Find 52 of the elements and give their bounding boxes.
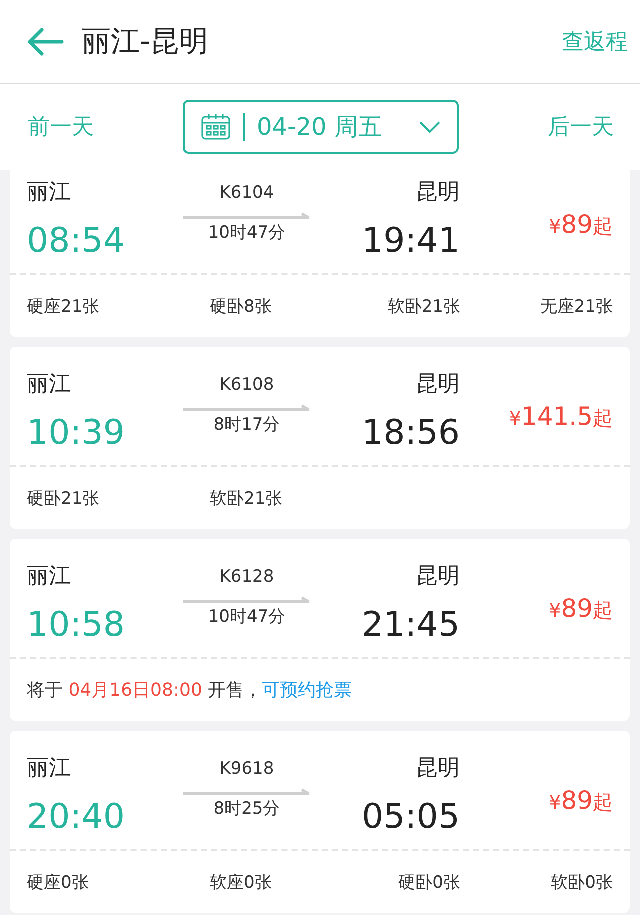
- seat-availability: 软卧0张: [551, 872, 613, 894]
- arrival-station: 昆明: [416, 563, 460, 591]
- departure-time: 08:54: [27, 220, 126, 263]
- seat-availability: 软卧21张: [210, 488, 284, 510]
- train-number: K6108: [220, 374, 274, 397]
- departure-station: 丽江: [27, 755, 72, 783]
- seat-availability: 硬卧21张: [27, 488, 101, 510]
- arrival-station: 昆明: [416, 371, 460, 399]
- arrival-station: 昆明: [416, 179, 460, 207]
- departure-time: 10:58: [27, 604, 126, 647]
- sale-notice: 将于 04月16日08:00 开售，可预约抢票: [27, 679, 352, 702]
- price-label: ¥141.5起: [509, 402, 613, 432]
- price-label: ¥89起: [549, 594, 613, 624]
- departure-time: 20:40: [27, 796, 126, 839]
- departure-time: 10:39: [27, 412, 126, 455]
- seat-availability: 软座0张: [210, 872, 273, 894]
- trip-duration: 8时17分: [214, 414, 280, 437]
- departure-station: 丽江: [27, 179, 72, 207]
- reserve-ticket-link[interactable]: 可预约抢票: [262, 680, 352, 701]
- next-day-button[interactable]: 后一天: [548, 112, 614, 142]
- back-icon[interactable]: [26, 26, 64, 56]
- trip-duration: 8时25分: [214, 798, 280, 821]
- arrow-line-icon: [183, 594, 311, 604]
- price-label: ¥89起: [549, 210, 613, 240]
- train-number: K9618: [220, 758, 274, 781]
- trip-duration: 10时47分: [208, 606, 286, 629]
- seat-availability: 硬座21张: [27, 296, 101, 318]
- arrival-time: 05:05: [362, 796, 460, 839]
- date-picker[interactable]: 04-20 周五: [183, 100, 459, 154]
- departure-station: 丽江: [27, 371, 72, 399]
- train-number: K6104: [220, 182, 274, 205]
- trip-duration: 10时47分: [208, 222, 286, 245]
- arrival-time: 19:41: [362, 220, 460, 263]
- seat-availability: 无座21张: [540, 296, 613, 318]
- seat-availability: 硬卧0张: [398, 872, 462, 894]
- arrow-line-icon: [183, 402, 311, 412]
- departure-station: 丽江: [27, 563, 72, 591]
- arrival-station: 昆明: [416, 755, 460, 783]
- arrival-time: 18:56: [362, 412, 460, 455]
- route-title: 丽江-昆明: [82, 22, 210, 60]
- seat-availability: 硬座0张: [27, 872, 90, 894]
- arrow-line-icon: [183, 210, 311, 220]
- arrow-line-icon: [183, 786, 311, 796]
- seat-availability: 硬卧8张: [210, 296, 273, 318]
- arrival-time: 21:45: [362, 604, 460, 647]
- previous-day-button[interactable]: 前一天: [28, 112, 94, 142]
- price-label: ¥89起: [549, 786, 613, 816]
- chevron-down-icon: [419, 120, 441, 134]
- return-trip-link[interactable]: 查返程: [562, 26, 628, 56]
- train-number: K6128: [220, 566, 274, 589]
- calendar-icon: [201, 113, 231, 141]
- seat-availability: 软卧21张: [388, 296, 462, 318]
